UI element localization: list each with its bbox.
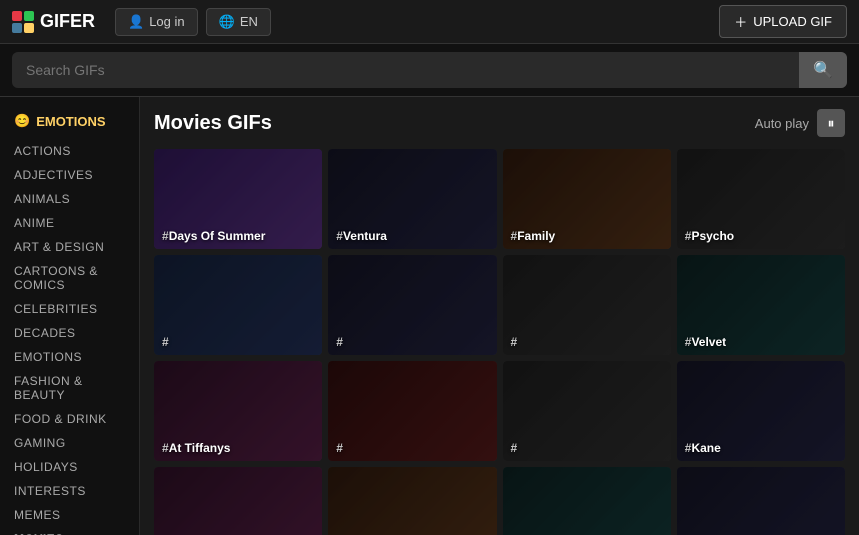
sidebar-item-emotions[interactable]: EMOTIONS	[0, 345, 139, 369]
gif-label: #Kane	[677, 435, 729, 461]
emotion-icon: 😊	[14, 113, 30, 129]
autoplay-pause-button[interactable]: ⏸	[817, 109, 845, 137]
emotion-label: EMOTIONS	[36, 114, 105, 129]
gif-tile[interactable]: #Velvet	[677, 255, 845, 355]
content-area: Movies GIFs Auto play ⏸ #Days Of Summer #…	[140, 97, 859, 535]
sidebar-item-actions[interactable]: ACTIONS	[0, 139, 139, 163]
main-layout: 😊 EMOTIONS ACTIONSADJECTIVESANIMALSANIME…	[0, 97, 859, 535]
gif-tile[interactable]: #Darko	[677, 467, 845, 535]
gif-tile[interactable]: #At Tiffanys	[154, 361, 322, 461]
gif-label: #	[328, 435, 351, 461]
logo-text: GIFER	[40, 11, 95, 32]
gif-label: #At Tiffanys	[154, 435, 238, 461]
sidebar-item-food---drink[interactable]: FOOD & DRINK	[0, 407, 139, 431]
sidebar-item-celebrities[interactable]: CELEBRITIES	[0, 297, 139, 321]
search-input-wrap: 🔍	[12, 52, 847, 88]
sidebar-item-movies[interactable]: MOVIES	[0, 527, 139, 535]
autoplay-label: Auto play	[755, 116, 809, 131]
gif-tile[interactable]: #Psycho	[677, 149, 845, 249]
gif-label: #Family	[503, 223, 564, 249]
gif-tile[interactable]: #Family	[503, 149, 671, 249]
gif-tile[interactable]: #	[503, 255, 671, 355]
gif-tile[interactable]: #Baby	[328, 467, 496, 535]
gif-tile[interactable]: #	[328, 361, 496, 461]
page-title: Movies GIFs	[154, 112, 272, 135]
upload-gif-button[interactable]: ＋ UPLOAD GIF	[719, 5, 847, 38]
plus-icon: ＋	[734, 12, 747, 31]
gif-label: #	[154, 329, 177, 355]
gif-label: #	[503, 329, 526, 355]
upload-label: UPLOAD GIF	[753, 14, 832, 29]
sidebar-item-adjectives[interactable]: ADJECTIVES	[0, 163, 139, 187]
search-input[interactable]	[12, 54, 799, 86]
login-icon: 👤	[128, 14, 144, 30]
sidebar-item-decades[interactable]: DECADES	[0, 321, 139, 345]
sidebar-emotion[interactable]: 😊 EMOTIONS	[0, 107, 139, 135]
header: GIFER 👤 Log in 🌐 EN ＋ UPLOAD GIF	[0, 0, 859, 44]
sidebar-item-cartoons---comics[interactable]: CARTOONS & COMICS	[0, 259, 139, 297]
logo-icon	[12, 11, 34, 33]
gif-tile[interactable]: #Ventura	[328, 149, 496, 249]
sidebar-item-interests[interactable]: INTERESTS	[0, 479, 139, 503]
search-button[interactable]: 🔍	[799, 52, 847, 88]
gif-label: #Velvet	[677, 329, 734, 355]
gif-tile[interactable]: #	[503, 361, 671, 461]
gif-tile[interactable]: #	[154, 467, 322, 535]
gif-grid: #Days Of Summer#Ventura#Family#Psycho###…	[154, 149, 845, 535]
gif-tile[interactable]: #	[328, 255, 496, 355]
gif-label: #Psycho	[677, 223, 742, 249]
gif-label: #Days Of Summer	[154, 223, 273, 249]
login-button[interactable]: 👤 Log in	[115, 8, 198, 36]
content-header: Movies GIFs Auto play ⏸	[154, 109, 845, 137]
sidebar: 😊 EMOTIONS ACTIONSADJECTIVESANIMALSANIME…	[0, 97, 140, 535]
gif-label: #Ventura	[328, 223, 395, 249]
sidebar-item-fashion---beauty[interactable]: FASHION & BEAUTY	[0, 369, 139, 407]
header-buttons: 👤 Log in 🌐 EN	[115, 8, 271, 36]
autoplay-control: Auto play ⏸	[755, 109, 845, 137]
sidebar-item-animals[interactable]: ANIMALS	[0, 187, 139, 211]
logo[interactable]: GIFER	[12, 11, 95, 33]
language-button[interactable]: 🌐 EN	[206, 8, 271, 36]
sidebar-item-memes[interactable]: MEMES	[0, 503, 139, 527]
gif-tile[interactable]: #	[154, 255, 322, 355]
gif-tile[interactable]: #Kane	[677, 361, 845, 461]
lang-label: EN	[240, 14, 258, 29]
sidebar-item-gaming[interactable]: GAMING	[0, 431, 139, 455]
gif-tile[interactable]: #	[503, 467, 671, 535]
sidebar-item-holidays[interactable]: HOLIDAYS	[0, 455, 139, 479]
login-label: Log in	[149, 14, 184, 29]
gif-tile[interactable]: #Days Of Summer	[154, 149, 322, 249]
sidebar-item-art---design[interactable]: ART & DESIGN	[0, 235, 139, 259]
gif-label: #	[503, 435, 526, 461]
globe-icon: 🌐	[219, 14, 235, 30]
sidebar-item-anime[interactable]: ANIME	[0, 211, 139, 235]
search-bar: 🔍	[0, 44, 859, 97]
search-icon: 🔍	[813, 62, 833, 79]
gif-label: #	[328, 329, 351, 355]
